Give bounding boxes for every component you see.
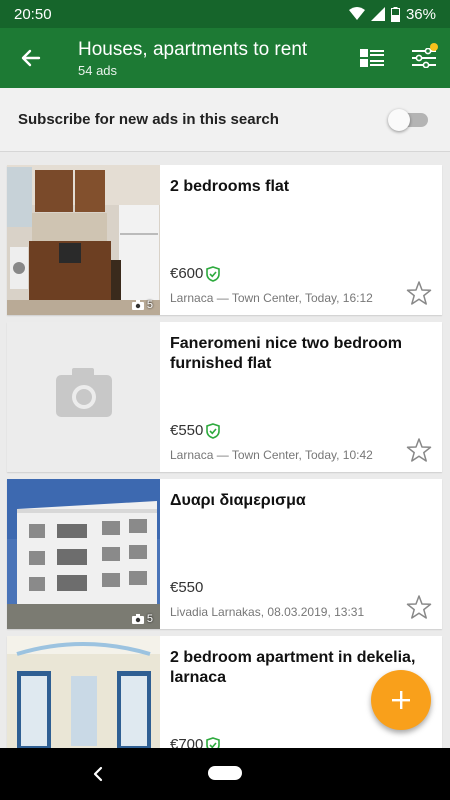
battery-level: 36% [405, 5, 436, 23]
battery-icon [390, 6, 400, 22]
ad-card[interactable]: 5 Δυαρι διαμερισμα €550 Livadia Larnakas… [7, 479, 442, 629]
nav-home-pill[interactable] [208, 766, 242, 780]
ad-price: €600 [170, 265, 221, 282]
plus-icon [392, 691, 410, 709]
filter-sliders-icon [412, 48, 436, 68]
photo-count: 5 [131, 299, 153, 311]
ad-location-date: Livadia Larnakas, 08.03.2019, 13:31 [170, 605, 365, 619]
filter-button[interactable] [398, 28, 450, 88]
ad-card[interactable]: Faneromeni nice two bedroom furnished fl… [7, 322, 442, 472]
status-time: 20:50 [14, 5, 52, 23]
ad-photo[interactable]: 5 [7, 165, 160, 315]
nav-back-icon[interactable] [88, 762, 108, 786]
subscribe-toggle[interactable] [388, 108, 428, 131]
post-ad-fab[interactable] [371, 670, 431, 730]
favorite-star-icon[interactable] [406, 594, 432, 620]
page-title: Houses, apartments to rent [78, 38, 308, 60]
list-view-icon [360, 49, 384, 67]
system-nav-bar [0, 748, 450, 800]
ad-location-date: Larnaca — Town Center, Today, 10:42 [170, 448, 373, 462]
ad-location-date: Larnaca — Town Center, Today, 16:12 [170, 291, 373, 305]
ad-title: Faneromeni nice two bedroom furnished fl… [170, 335, 403, 372]
toggle-knob [388, 108, 410, 131]
camera-icon [131, 300, 144, 310]
subscribe-row: Subscribe for new ads in this search [0, 88, 450, 152]
subscribe-label: Subscribe for new ads in this search [18, 111, 279, 128]
camera-icon [131, 614, 144, 624]
back-button[interactable] [0, 28, 62, 88]
building-photo [7, 479, 160, 629]
arrow-left-icon [21, 49, 41, 67]
status-bar: 20:50 36% [0, 0, 450, 28]
ad-count: 54 ads [78, 62, 118, 78]
app-bar: Houses, apartments to rent 54 ads [0, 28, 450, 88]
camera-placeholder-icon [56, 368, 112, 417]
ad-title: Δυαρι διαμερισμα [170, 492, 306, 509]
wifi-icon [348, 7, 365, 20]
ad-title: 2 bedrooms flat [170, 178, 290, 195]
ad-photo[interactable]: 5 [7, 479, 160, 629]
favorite-star-icon[interactable] [406, 280, 432, 306]
verified-shield-icon [206, 265, 221, 282]
photo-count: 5 [131, 613, 153, 625]
ad-price: €550 [170, 579, 204, 596]
filter-active-badge [430, 43, 438, 51]
ad-card[interactable]: 5 2 bedrooms flat €600 Larnaca — Town Ce… [7, 165, 442, 315]
verified-shield-icon [206, 422, 221, 439]
kitchen-photo [7, 165, 160, 315]
favorite-star-icon[interactable] [406, 437, 432, 463]
signal-icon [370, 7, 385, 21]
view-mode-button[interactable] [346, 28, 398, 88]
ad-price: €550 [170, 422, 221, 439]
ad-photo-placeholder[interactable] [7, 322, 160, 472]
